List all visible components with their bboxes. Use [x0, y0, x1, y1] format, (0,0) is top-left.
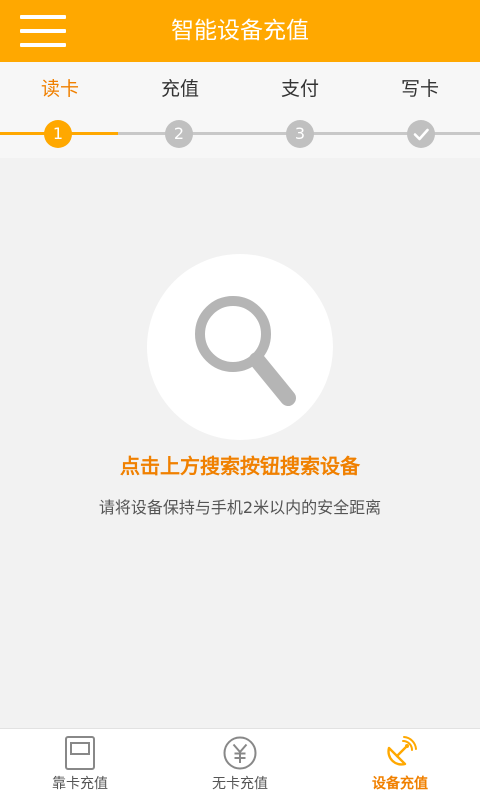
check-icon: [413, 128, 429, 141]
step-dot-1: 1: [44, 120, 72, 148]
nav-card-recharge[interactable]: 靠卡充值: [0, 729, 160, 800]
step-progress: 读卡 充值 支付 写卡 1 2 3: [0, 62, 480, 158]
search-icon: [195, 296, 296, 406]
search-device-button[interactable]: [147, 254, 333, 440]
bottom-nav: 靠卡充值 无卡充值 设备充值: [0, 728, 480, 800]
nav-label-device: 设备充值: [372, 776, 428, 792]
step-dot-4: [407, 120, 435, 148]
nav-label-cardless: 无卡充值: [212, 776, 268, 792]
nav-cardless-recharge[interactable]: 无卡充值: [160, 729, 320, 800]
nav-device-recharge[interactable]: 设备充值: [320, 729, 480, 800]
search-hint: 点击上方搜索按钮搜索设备: [120, 454, 360, 478]
app-header: 智能设备充值: [0, 0, 480, 62]
step-dot-2: 2: [165, 120, 193, 148]
satellite-icon: [387, 736, 417, 766]
card-icon: [65, 736, 95, 770]
distance-hint: 请将设备保持与手机2米以内的安全距离: [98, 498, 382, 517]
page-title: 智能设备充值: [171, 18, 309, 44]
yen-icon: [223, 736, 257, 770]
step-write-card[interactable]: 写卡: [360, 74, 480, 101]
step-pay[interactable]: 支付: [240, 74, 360, 101]
nav-label-card: 靠卡充值: [52, 776, 108, 792]
step-dot-3: 3: [286, 120, 314, 148]
step-read-card[interactable]: 读卡: [0, 74, 120, 101]
step-recharge[interactable]: 充值: [120, 74, 240, 101]
